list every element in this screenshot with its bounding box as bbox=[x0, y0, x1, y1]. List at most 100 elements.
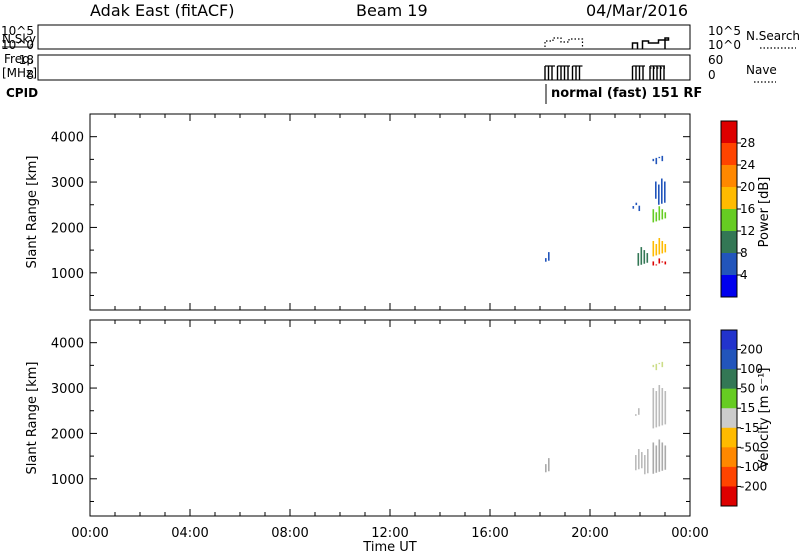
colorbar-tick-label: 50 bbox=[740, 382, 755, 396]
colorbar-segment bbox=[721, 253, 737, 276]
time-axis-labels: 00:00 04:00 08:00 12:00 16:00 20:00 00:00 bbox=[71, 526, 708, 541]
y-tick-label: 4000 bbox=[51, 337, 84, 352]
echo-streak bbox=[646, 253, 649, 263]
date-title: 04/Mar/2016 bbox=[586, 1, 688, 20]
echo-streak bbox=[658, 439, 661, 472]
echo-streak bbox=[664, 212, 667, 219]
echo-streak bbox=[655, 363, 658, 371]
echo-streak bbox=[661, 442, 664, 471]
power-colorbar: 28 24 20 16 12 8 4 bbox=[720, 120, 755, 298]
echo-streak bbox=[658, 206, 661, 221]
echo-streak bbox=[658, 258, 661, 264]
colorbar-tick-label: 24 bbox=[740, 158, 755, 172]
echo-streak bbox=[652, 209, 655, 223]
freq-activity bbox=[544, 65, 665, 80]
colorbar-tick-label: 4 bbox=[740, 268, 748, 282]
echo-streak bbox=[655, 391, 658, 428]
y-tick-label: 4000 bbox=[51, 131, 84, 146]
freq-right-tick-top: 60 bbox=[708, 53, 723, 67]
echo-streak bbox=[655, 445, 658, 473]
echo-streak bbox=[632, 206, 635, 209]
echo-streak bbox=[658, 184, 660, 205]
freq-left-tick-bottom: 8 bbox=[26, 68, 34, 82]
echo-streak bbox=[635, 414, 637, 416]
colorbar-segment bbox=[721, 408, 737, 429]
colorbar-segment bbox=[721, 121, 737, 144]
colorbar-tick-label: 15 bbox=[740, 401, 755, 415]
echo-streak bbox=[635, 202, 638, 206]
echo-streak bbox=[655, 157, 658, 165]
echo-streak bbox=[661, 209, 664, 220]
echo-streak bbox=[545, 258, 547, 262]
noise-right-label: N.Search bbox=[746, 29, 800, 43]
colorbar-segment bbox=[721, 349, 737, 370]
colorbar-tick-label: 12 bbox=[740, 224, 755, 238]
power-y-label: Slant Range [km] bbox=[25, 156, 40, 269]
colorbar-segment bbox=[721, 486, 737, 507]
echo-streak bbox=[658, 238, 661, 255]
echo-streak bbox=[638, 408, 640, 415]
noise-left-tick-top: 10^5 bbox=[1, 24, 34, 38]
noise-right-tick-bottom: 10^0 bbox=[708, 38, 741, 52]
x-tick-label: 08:00 bbox=[271, 526, 308, 541]
y-tick-label: 3000 bbox=[51, 176, 84, 191]
velocity-echoes bbox=[545, 361, 667, 475]
colorbar-segment bbox=[721, 275, 737, 298]
colorbar-segment bbox=[721, 369, 737, 390]
beam-title: Beam 19 bbox=[356, 1, 428, 20]
cpid-label: CPID bbox=[6, 86, 38, 100]
colorbar-tick-label: 20 bbox=[740, 180, 755, 194]
echo-streak bbox=[652, 241, 655, 257]
velocity-y-ticks: 1000 2000 3000 4000 bbox=[51, 319, 690, 502]
y-tick-label: 1000 bbox=[51, 473, 84, 488]
echo-streak bbox=[652, 442, 655, 474]
echo-streak bbox=[658, 385, 661, 427]
echo-streak bbox=[652, 364, 655, 368]
echo-streak bbox=[637, 253, 640, 266]
power-x-ticks bbox=[89, 114, 691, 310]
echo-streak bbox=[548, 252, 550, 261]
echo-streak bbox=[664, 244, 667, 253]
echo-streak bbox=[658, 156, 661, 159]
colorbar-segment bbox=[721, 165, 737, 188]
freq-right-tick-bottom: 0 bbox=[708, 68, 716, 82]
colorbar-tick-label: 16 bbox=[740, 202, 755, 216]
echo-streak bbox=[638, 205, 641, 212]
colorbar-segment bbox=[721, 143, 737, 166]
colorbar-segment bbox=[721, 330, 737, 351]
colorbar-segment bbox=[721, 209, 737, 232]
echo-streak bbox=[655, 181, 657, 199]
echo-streak bbox=[661, 155, 664, 162]
cpid-text: normal (fast) 151 RF bbox=[551, 86, 702, 101]
power-echoes bbox=[545, 155, 667, 266]
x-tick-label: 20:00 bbox=[571, 526, 608, 541]
echo-streak bbox=[652, 158, 655, 162]
nave-label: Nave bbox=[746, 63, 777, 77]
freq-panel-frame bbox=[37, 54, 691, 81]
radar-plot: Adak East (fitACF) Beam 19 04/Mar/2016 N… bbox=[1, 1, 800, 554]
x-tick-label: 04:00 bbox=[171, 526, 208, 541]
echo-streak bbox=[647, 449, 649, 474]
noise-left-tick-bottom: 10^0 bbox=[1, 38, 34, 52]
x-tick-label: 00:00 bbox=[71, 526, 108, 541]
echo-streak bbox=[664, 445, 667, 470]
echo-streak bbox=[661, 388, 664, 426]
x-tick-label: 12:00 bbox=[371, 526, 408, 541]
colorbar-segment bbox=[721, 388, 737, 409]
velocity-x-ticks bbox=[89, 320, 691, 516]
echo-streak bbox=[652, 388, 655, 429]
noise-activity bbox=[544, 37, 670, 49]
echo-streak bbox=[661, 261, 664, 263]
echo-streak bbox=[655, 264, 658, 266]
station-title: Adak East (fitACF) bbox=[90, 1, 234, 20]
echo-streak bbox=[545, 464, 547, 473]
echo-streak bbox=[661, 241, 664, 254]
power-colorbar-label: Power [dB] bbox=[757, 177, 772, 248]
x-tick-label: 16:00 bbox=[471, 526, 508, 541]
y-tick-label: 1000 bbox=[51, 267, 84, 282]
colorbar-tick-label: -200 bbox=[740, 479, 767, 493]
colorbar-segment bbox=[721, 447, 737, 468]
colorbar-segment bbox=[721, 187, 737, 210]
echo-streak bbox=[655, 244, 658, 256]
echo-streak bbox=[548, 458, 550, 472]
